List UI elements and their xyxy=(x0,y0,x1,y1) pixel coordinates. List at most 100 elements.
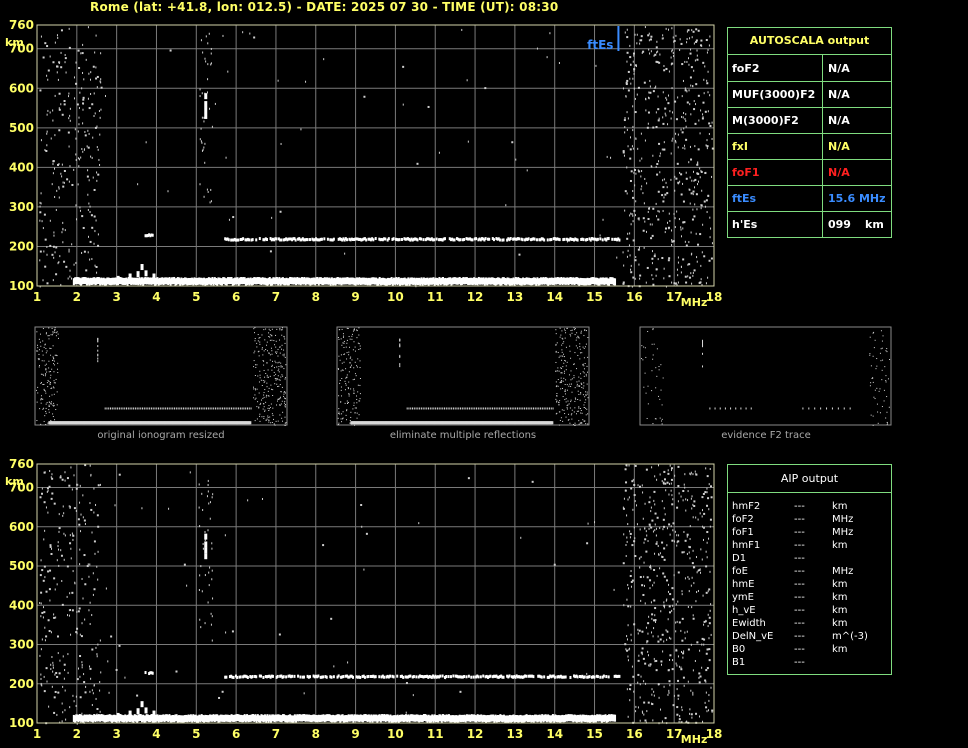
thumb-noise xyxy=(559,336,561,338)
noise-dot xyxy=(651,631,653,634)
noise-dot xyxy=(678,621,681,624)
noise-dot xyxy=(89,78,91,81)
thumb-noise xyxy=(283,335,285,337)
noise-dot xyxy=(643,246,645,249)
thumb-trace xyxy=(750,407,752,410)
noise-dot xyxy=(663,178,665,181)
noise-dot xyxy=(666,98,668,101)
noise-dot xyxy=(323,58,325,61)
noise-dot xyxy=(642,192,644,195)
thumb-noise xyxy=(584,346,586,348)
noise-dot xyxy=(63,99,66,102)
thumb-noise xyxy=(340,338,342,340)
thumb-noise xyxy=(48,401,50,403)
noise-dot xyxy=(705,144,707,147)
noise-dot xyxy=(708,259,711,262)
noise-dot xyxy=(693,108,696,111)
thumb-noise xyxy=(42,374,44,376)
noise-dot xyxy=(662,122,665,125)
noise-dot xyxy=(661,257,664,260)
noise-dot xyxy=(668,482,670,485)
noise-dot xyxy=(92,572,94,575)
noise-dot xyxy=(647,540,649,543)
noise-dot xyxy=(659,567,661,570)
noise-dot xyxy=(664,231,666,234)
noise-dot xyxy=(667,590,669,593)
thumb-noise xyxy=(253,397,255,399)
thumb-noise xyxy=(97,357,99,360)
thumb-noise xyxy=(874,339,876,341)
thumb-noise xyxy=(560,377,562,379)
noise-dot xyxy=(666,579,669,582)
x-tick-label: 18 xyxy=(706,290,723,304)
noise-dot xyxy=(635,200,637,203)
thumb-noise xyxy=(44,415,46,417)
thumb-noise xyxy=(883,389,885,391)
noise-dot xyxy=(661,500,663,503)
thumb-noise xyxy=(563,362,565,364)
thumb-noise xyxy=(349,420,351,422)
thumb-noise xyxy=(350,411,352,413)
noise-dot xyxy=(684,539,687,542)
thumb-noise xyxy=(562,387,564,389)
noise-dot xyxy=(81,87,83,90)
y-tick-label: 200 xyxy=(9,677,34,691)
thumb-noise xyxy=(359,367,361,369)
noise-dot xyxy=(682,221,685,224)
trace-point xyxy=(282,675,285,679)
thumb-trace xyxy=(249,421,252,425)
noise-dot xyxy=(361,525,363,528)
noise-dot xyxy=(681,593,683,596)
noise-dot xyxy=(62,685,64,688)
thumb-noise xyxy=(580,392,582,394)
noise-dot xyxy=(685,244,688,247)
noise-dot xyxy=(105,587,107,590)
noise-dot xyxy=(659,638,662,641)
noise-dot xyxy=(703,623,705,626)
noise-dot xyxy=(625,555,627,558)
noise-dot xyxy=(692,30,695,33)
thumb-trace xyxy=(541,407,543,410)
noise-dot xyxy=(673,540,675,543)
noise-dot xyxy=(627,523,629,526)
noise-dot xyxy=(75,631,78,634)
thumb-noise xyxy=(353,404,355,406)
noise-dot xyxy=(40,559,42,562)
thumb-trace xyxy=(513,407,515,410)
noise-dot xyxy=(90,93,92,96)
x-tick-label: 14 xyxy=(546,727,563,741)
trace-point xyxy=(144,707,148,714)
noise-dot xyxy=(145,141,147,144)
noise-dot xyxy=(204,530,206,533)
thumb-noise xyxy=(262,380,264,382)
noise-dot xyxy=(93,92,95,95)
noise-dot xyxy=(670,525,672,528)
noise-dot xyxy=(633,494,636,497)
thumb-noise xyxy=(576,381,578,383)
trace-point xyxy=(337,674,340,678)
noise-dot xyxy=(691,179,693,182)
noise-dot xyxy=(69,534,71,537)
trace-point xyxy=(265,238,268,242)
noise-dot xyxy=(672,604,674,607)
thumb-noise xyxy=(564,413,566,415)
noise-dot xyxy=(57,545,59,548)
noise-dot xyxy=(82,98,85,101)
noise-dot xyxy=(72,538,74,541)
autoscala-divider xyxy=(822,211,823,237)
thumb-noise xyxy=(54,327,56,329)
noise-dot xyxy=(418,522,420,525)
y-tick-label: 600 xyxy=(9,81,34,95)
noise-dot xyxy=(693,269,696,272)
noise-dot xyxy=(695,39,698,42)
aip-value: --- xyxy=(794,631,805,642)
noise-dot xyxy=(655,46,658,49)
autoscala-value: N/A xyxy=(828,62,850,75)
noise-dot xyxy=(77,49,80,52)
noise-dot xyxy=(210,623,212,626)
thumb-trace xyxy=(213,407,215,410)
thumb-trace xyxy=(495,407,497,410)
aip-unit: km xyxy=(832,540,848,551)
thumb-noise xyxy=(872,381,874,383)
thumb-noise xyxy=(261,334,263,336)
